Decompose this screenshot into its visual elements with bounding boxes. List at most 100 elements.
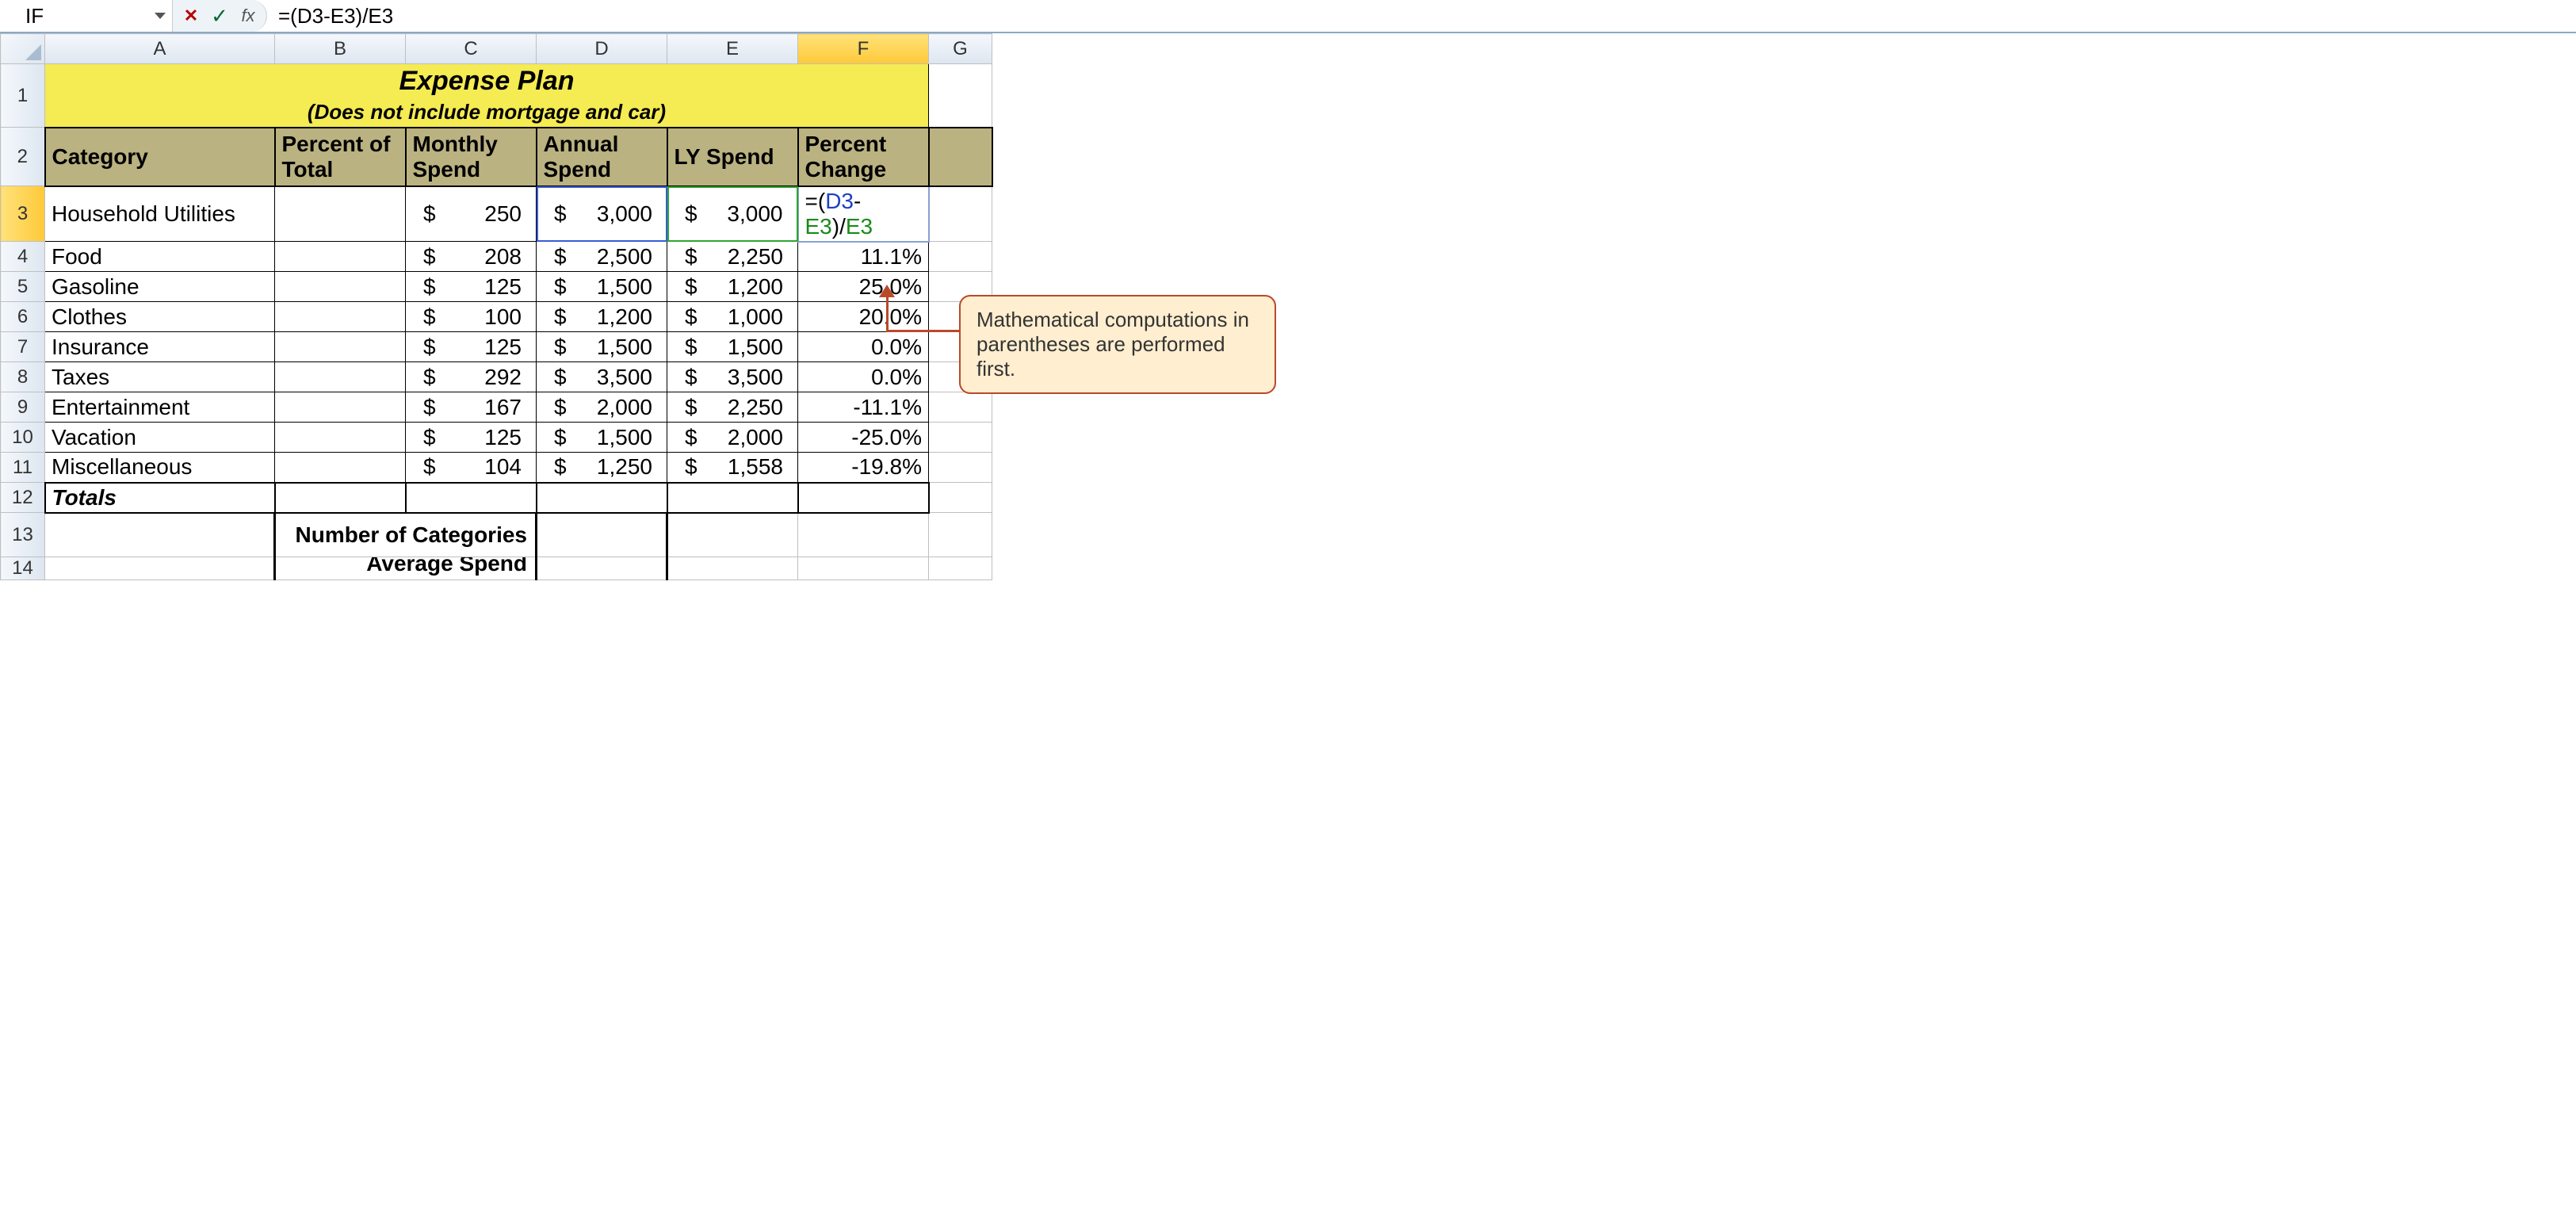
cell-F4[interactable]: 11.1% [798, 242, 929, 272]
cell-A10[interactable]: Vacation [45, 423, 275, 453]
cell-D14[interactable] [537, 557, 667, 580]
cell-G3[interactable] [929, 186, 992, 242]
cancel-icon[interactable]: ✕ [179, 6, 203, 26]
cell-F3[interactable]: =(D3-E3)/E3 [798, 186, 929, 242]
cell-B12[interactable] [275, 483, 406, 513]
cell-C9[interactable]: $167 [406, 392, 537, 423]
cell-E6[interactable]: $1,000 [667, 302, 798, 332]
hdr-percent-total[interactable]: Percent of Total [275, 128, 406, 186]
row-head-4[interactable]: 4 [1, 242, 45, 272]
cell-F8[interactable]: 0.0% [798, 362, 929, 392]
fx-button[interactable]: fx [236, 6, 260, 26]
cell-B3[interactable] [275, 186, 406, 242]
chevron-down-icon[interactable] [155, 13, 166, 19]
cell-D11[interactable]: $1,250 [537, 453, 667, 483]
cell-C3[interactable]: $250 [406, 186, 537, 242]
formula-input[interactable]: =(D3-E3)/E3 [275, 4, 2576, 29]
cell-E11[interactable]: $1,558 [667, 453, 798, 483]
cell-G4[interactable] [929, 242, 992, 272]
cell-D4[interactable]: $2,500 [537, 242, 667, 272]
row-head-13[interactable]: 13 [1, 513, 45, 557]
title-cell[interactable]: Expense Plan (Does not include mortgage … [45, 64, 929, 128]
col-head-B[interactable]: B [275, 34, 406, 64]
cell-E10[interactable]: $2,000 [667, 423, 798, 453]
hdr-ly[interactable]: LY Spend [667, 128, 798, 186]
row-head-10[interactable]: 10 [1, 423, 45, 453]
ncat-label[interactable]: Number of Categories [275, 513, 537, 557]
cell-A11[interactable]: Miscellaneous [45, 453, 275, 483]
row-head-11[interactable]: 11 [1, 453, 45, 483]
cell-A5[interactable]: Gasoline [45, 272, 275, 302]
cell-G11[interactable] [929, 453, 992, 483]
row-head-3[interactable]: 3 [1, 186, 45, 242]
row-head-9[interactable]: 9 [1, 392, 45, 423]
cell-E12[interactable] [667, 483, 798, 513]
col-head-A[interactable]: A [45, 34, 275, 64]
cell-G13[interactable] [929, 513, 992, 557]
row-head-5[interactable]: 5 [1, 272, 45, 302]
cell-C12[interactable] [406, 483, 537, 513]
row-head-7[interactable]: 7 [1, 332, 45, 362]
cell-A6[interactable]: Clothes [45, 302, 275, 332]
cell-C5[interactable]: $125 [406, 272, 537, 302]
cell-A7[interactable]: Insurance [45, 332, 275, 362]
row-head-14[interactable]: 14 [1, 557, 45, 580]
cell-D6[interactable]: $1,200 [537, 302, 667, 332]
cell-A3[interactable]: Household Utilities [45, 186, 275, 242]
cell-C11[interactable]: $104 [406, 453, 537, 483]
cell-G2[interactable] [929, 128, 992, 186]
cell-B11[interactable] [275, 453, 406, 483]
select-all-corner[interactable] [1, 34, 45, 64]
cell-D5[interactable]: $1,500 [537, 272, 667, 302]
name-box[interactable]: IF [0, 0, 173, 32]
cell-E9[interactable]: $2,250 [667, 392, 798, 423]
cell-F9[interactable]: -11.1% [798, 392, 929, 423]
row-head-8[interactable]: 8 [1, 362, 45, 392]
cell-B5[interactable] [275, 272, 406, 302]
cell-B4[interactable] [275, 242, 406, 272]
cell-A4[interactable]: Food [45, 242, 275, 272]
cell-E3[interactable]: $3,000 [667, 186, 798, 242]
cell-D12[interactable] [537, 483, 667, 513]
cell-E5[interactable]: $1,200 [667, 272, 798, 302]
cell-F5[interactable]: 25.0% [798, 272, 929, 302]
cell-B6[interactable] [275, 302, 406, 332]
confirm-icon[interactable]: ✓ [208, 4, 231, 29]
cell-D10[interactable]: $1,500 [537, 423, 667, 453]
hdr-annual[interactable]: Annual Spend [537, 128, 667, 186]
spreadsheet-grid[interactable]: A B C D E F G 1 Expense Plan (Does not i… [0, 33, 993, 580]
row-head-2[interactable]: 2 [1, 128, 45, 186]
cell-D3[interactable]: $3,000 [537, 186, 667, 242]
cell-G10[interactable] [929, 423, 992, 453]
cell-B10[interactable] [275, 423, 406, 453]
cell-B7[interactable] [275, 332, 406, 362]
cell-C4[interactable]: $208 [406, 242, 537, 272]
cell-D9[interactable]: $2,000 [537, 392, 667, 423]
cell-B8[interactable] [275, 362, 406, 392]
cell-G9[interactable] [929, 392, 992, 423]
hdr-pct-change[interactable]: Percent Change [798, 128, 929, 186]
cell-C7[interactable]: $125 [406, 332, 537, 362]
cell-G14[interactable] [929, 557, 992, 580]
cell-A14[interactable] [45, 557, 275, 580]
cell-F10[interactable]: -25.0% [798, 423, 929, 453]
cell-D7[interactable]: $1,500 [537, 332, 667, 362]
row-head-12[interactable]: 12 [1, 483, 45, 513]
cell-B9[interactable] [275, 392, 406, 423]
hdr-monthly[interactable]: Monthly Spend [406, 128, 537, 186]
cell-A13[interactable] [45, 513, 275, 557]
cell-E13[interactable] [667, 513, 798, 557]
hdr-category[interactable]: Category [45, 128, 275, 186]
cell-F13[interactable] [798, 513, 929, 557]
row-head-1[interactable]: 1 [1, 64, 45, 128]
cell-E14[interactable] [667, 557, 798, 580]
row-head-6[interactable]: 6 [1, 302, 45, 332]
col-head-G[interactable]: G [929, 34, 992, 64]
col-head-D[interactable]: D [537, 34, 667, 64]
cell-F6[interactable]: 20.0% [798, 302, 929, 332]
col-head-C[interactable]: C [406, 34, 537, 64]
col-head-F[interactable]: F [798, 34, 929, 64]
cell-A9[interactable]: Entertainment [45, 392, 275, 423]
cell-D8[interactable]: $3,500 [537, 362, 667, 392]
cell-A8[interactable]: Taxes [45, 362, 275, 392]
